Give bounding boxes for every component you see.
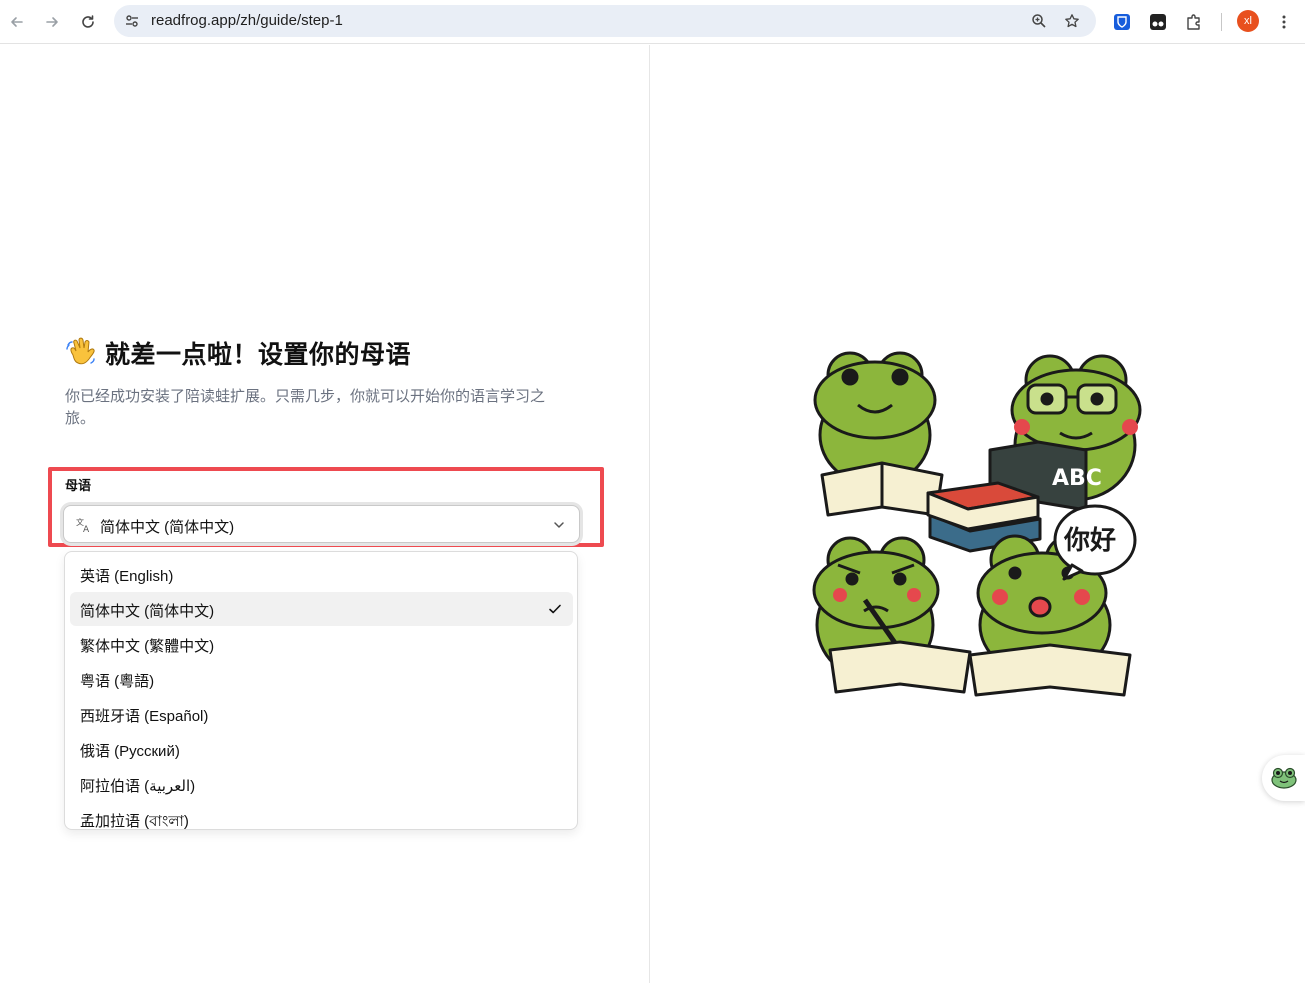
frog-face-icon	[1270, 767, 1297, 789]
option-label: 繁体中文 (繁體中文)	[80, 638, 215, 655]
chevron-down-icon	[554, 522, 564, 528]
back-button[interactable]	[3, 8, 31, 36]
frogs-studying-illustration: ABC 你好	[812, 351, 1142, 697]
option-label: 简体中文 (简体中文)	[80, 603, 215, 620]
browser-toolbar: readfrog.app/zh/guide/step-1 xl	[0, 0, 1305, 44]
frog-top-left	[813, 351, 944, 517]
option-label: 粤语 (粵語)	[80, 673, 155, 690]
check-icon	[549, 604, 561, 614]
language-option[interactable]: 孟加拉语 (বাংলা)	[70, 802, 573, 830]
site-settings-icon[interactable]	[120, 9, 144, 33]
option-label: 孟加拉语 (বাংলা)	[80, 813, 189, 830]
page-title: 就差一点啦！设置你的母语	[105, 341, 412, 369]
bitwarden-extension-icon[interactable]	[1108, 8, 1136, 36]
address-bar[interactable]: readfrog.app/zh/guide/step-1	[114, 5, 1096, 37]
arrow-left-icon	[11, 17, 23, 27]
language-dropdown-list[interactable]: 英语 (English) 简体中文 (简体中文) 繁体中文 (繁體中文) 粤语 …	[64, 551, 578, 830]
forward-button[interactable]	[38, 8, 66, 36]
reload-button[interactable]	[74, 8, 102, 36]
url-text[interactable]: readfrog.app/zh/guide/step-1	[151, 12, 343, 29]
language-option[interactable]: 粤语 (粵語)	[70, 662, 573, 696]
language-option[interactable]: 繁体中文 (繁體中文)	[70, 627, 573, 661]
arrow-right-icon	[46, 17, 58, 27]
reload-icon	[82, 15, 94, 28]
option-label: 阿拉伯语 (العربية)	[80, 778, 196, 795]
language-option[interactable]: 阿拉伯语 (العربية)	[70, 767, 573, 801]
frog-grumpy	[812, 536, 972, 694]
language-option[interactable]: 西班牙语 (Español)	[70, 697, 573, 731]
native-language-select[interactable]: 文 A 简体中文 (简体中文)	[63, 505, 580, 543]
book-cover-text: ABC	[1052, 466, 1102, 491]
language-option-selected[interactable]: 简体中文 (简体中文)	[70, 592, 573, 626]
option-label: 英语 (English)	[80, 568, 174, 585]
selected-language-value: 简体中文 (简体中文)	[100, 519, 235, 536]
speech-bubble-text: 你好	[1063, 526, 1116, 556]
onboarding-form-pane: 就差一点啦！设置你的母语 你已经成功安装了陪读蛙扩展。只需几步，你就可以开始你的…	[0, 45, 649, 983]
native-language-label: 母语	[65, 478, 92, 493]
language-option[interactable]: 英语 (English)	[70, 557, 573, 591]
avatar-initials: xl	[1244, 15, 1252, 27]
profile-avatar[interactable]: xl	[1237, 10, 1259, 32]
page-subtitle: 你已经成功安装了陪读蛙扩展。只需几步，你就可以开始你的语言学习之旅。	[65, 388, 546, 427]
option-label: 西班牙语 (Español)	[80, 708, 209, 725]
tampermonkey-extension-icon[interactable]	[1144, 8, 1172, 36]
browser-menu-button[interactable]	[1270, 8, 1298, 36]
floating-readfrog-button[interactable]	[1262, 755, 1305, 801]
page-heading: 就差一点啦！设置你的母语	[65, 335, 411, 371]
zoom-icon[interactable]	[1027, 9, 1051, 33]
option-label: 俄语 (Русский)	[80, 743, 180, 760]
illustration-pane: ABC 你好	[650, 45, 1305, 983]
translate-icon: 文 A	[76, 517, 90, 533]
more-vertical-icon	[1282, 15, 1286, 29]
bookmark-star-icon[interactable]	[1060, 9, 1084, 33]
waving-hand-icon	[66, 337, 95, 365]
svg-text:A: A	[83, 525, 90, 533]
extensions-puzzle-icon[interactable]	[1180, 8, 1208, 36]
language-option[interactable]: 俄语 (Русский)	[70, 732, 573, 766]
toolbar-separator	[1221, 13, 1222, 31]
